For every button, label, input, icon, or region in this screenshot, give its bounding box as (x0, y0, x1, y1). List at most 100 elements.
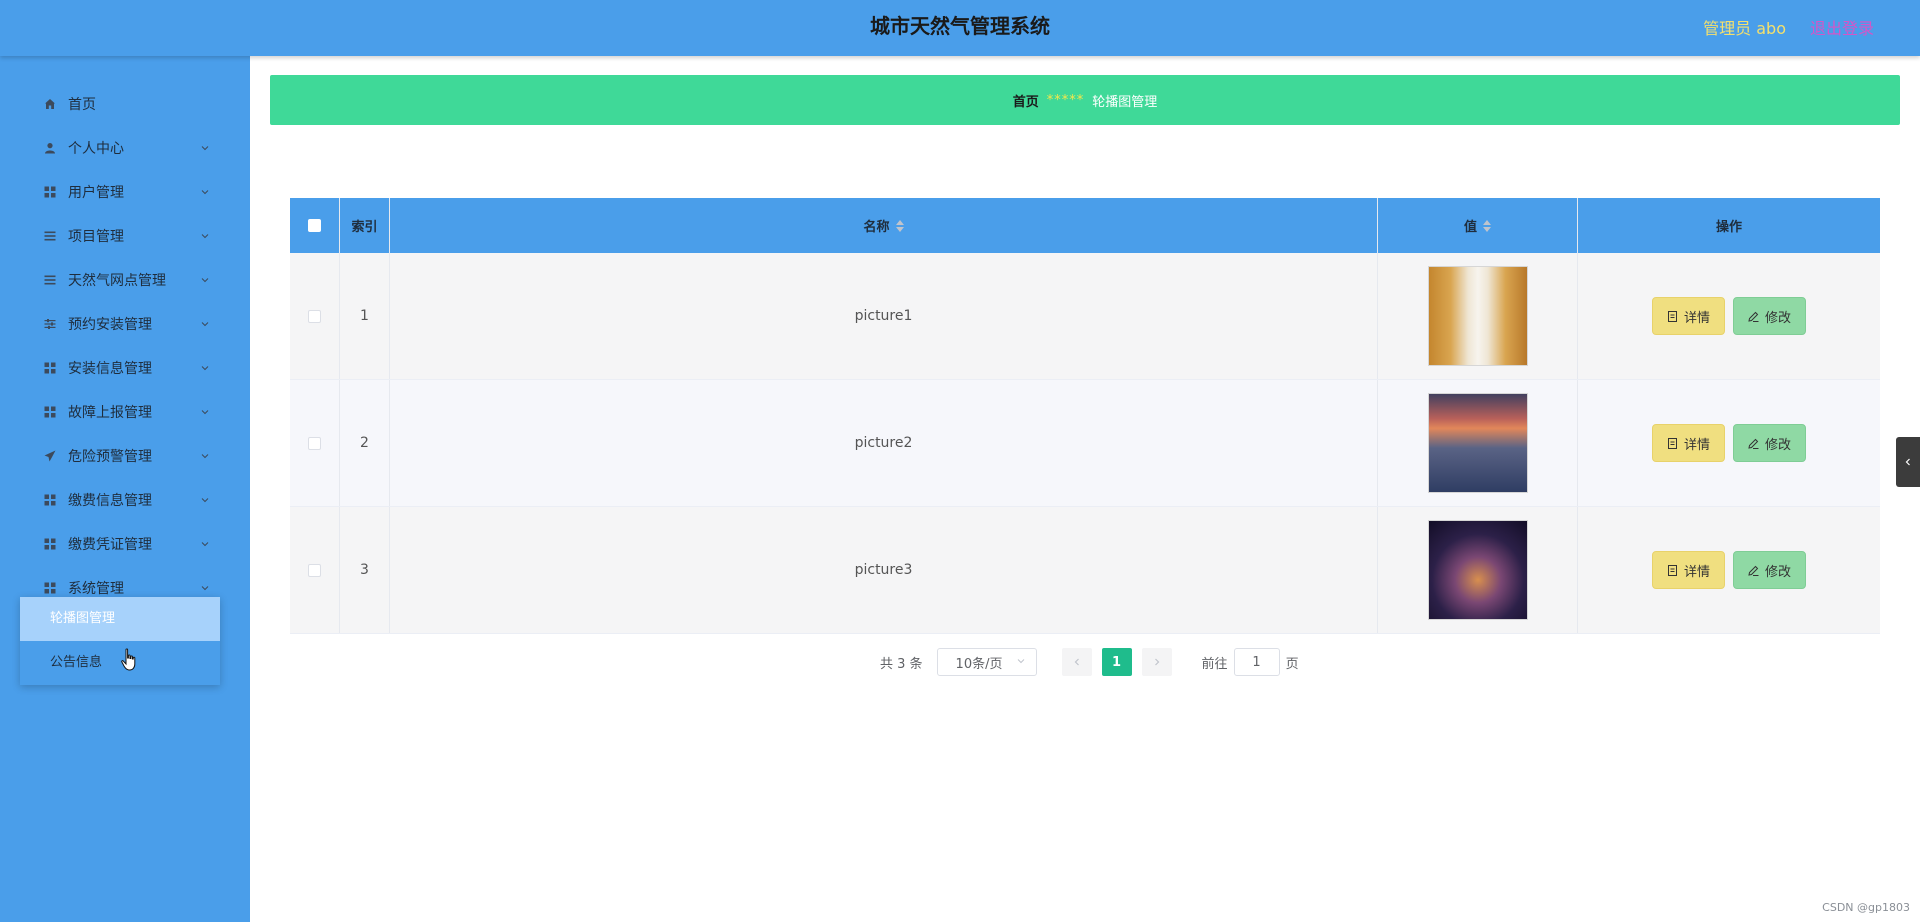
sidebar-item-install-booking[interactable]: 预约安装管理 (44, 312, 210, 336)
grid-icon (44, 186, 56, 198)
row-index: 1 (340, 253, 390, 379)
chevron-down-icon (200, 143, 210, 153)
header-name[interactable]: 名称 (390, 198, 1378, 253)
sidebar-item-personal[interactable]: 个人中心 (44, 136, 210, 160)
breadcrumb: 首页 ***** 轮播图管理 (270, 75, 1900, 125)
detail-button[interactable]: 详情 (1651, 424, 1725, 462)
pencil-icon (1748, 311, 1759, 322)
row-checkbox[interactable] (308, 563, 321, 577)
chevron-down-icon (200, 407, 210, 417)
detail-button[interactable]: 详情 (1651, 297, 1725, 335)
row-checkbox[interactable] (308, 309, 321, 323)
row-ops: 详情 修改 (1578, 253, 1880, 379)
pencil-icon (1748, 565, 1759, 576)
collapse-panel-button[interactable] (1896, 437, 1920, 487)
edit-label: 修改 (1765, 310, 1792, 326)
sidebar-item-fault-report[interactable]: 故障上报管理 (44, 400, 210, 424)
row-index: 3 (340, 507, 390, 633)
sidebar-item-install-info[interactable]: 安装信息管理 (44, 356, 210, 380)
sidebar-item-home[interactable]: 首页 (44, 92, 210, 116)
top-header: 城市天然气管理系统 管理员 abo 退出登录 (0, 0, 1920, 56)
sidebar-item-gas-outlets[interactable]: 天然气网点管理 (44, 268, 210, 292)
table-row: 2 picture2 详情 修改 (290, 380, 1880, 507)
sidebar-item-projects[interactable]: 项目管理 (44, 224, 210, 248)
header-value[interactable]: 值 (1378, 198, 1578, 253)
table-row: 3 picture3 详情 修改 (290, 507, 1880, 634)
hand-cursor-icon (120, 648, 138, 672)
sidebar-item-payment-info[interactable]: 缴费信息管理 (44, 488, 210, 512)
sidebar-item-label: 安装信息管理 (68, 361, 152, 377)
edit-label: 修改 (1765, 437, 1792, 453)
table-row: 1 picture1 详情 修改 (290, 253, 1880, 380)
edit-button[interactable]: 修改 (1733, 424, 1807, 462)
chevron-down-icon (200, 319, 210, 329)
breadcrumb-current: 轮播图管理 (1092, 94, 1158, 110)
pagination-total: 共 3 条 (880, 656, 923, 672)
sidebar: 首页 个人中心 用户管理 项目管理 天然气网点管理 预约安装管理 安装信息管理 … (0, 56, 250, 922)
row-checkbox[interactable] (308, 436, 321, 450)
sidebar-item-label: 个人中心 (68, 141, 124, 157)
edit-button[interactable]: 修改 (1733, 297, 1807, 335)
sidebar-item-label: 项目管理 (68, 229, 124, 245)
detail-button[interactable]: 详情 (1651, 551, 1725, 589)
row-select-cell (290, 507, 340, 633)
page-size-select[interactable]: 10条/页 (936, 648, 1037, 676)
sidebar-item-label: 天然气网点管理 (68, 273, 166, 289)
sidebar-item-users[interactable]: 用户管理 (44, 180, 210, 204)
chevron-left-icon (1905, 458, 1910, 466)
chevron-down-icon (200, 495, 210, 505)
header-select-all[interactable] (290, 198, 340, 253)
chevron-down-icon (1016, 655, 1026, 670)
row-value (1378, 507, 1578, 633)
library-interior-image[interactable] (1427, 266, 1528, 366)
watermark: CSDN @gp1803 (1822, 901, 1910, 914)
pagination: 共 3 条 10条/页 1 前往 1 页 (880, 648, 1299, 676)
sidebar-item-label: 缴费信息管理 (68, 493, 152, 509)
chevron-down-icon (200, 231, 210, 241)
goto-page-input[interactable]: 1 (1233, 648, 1280, 676)
logout-link[interactable]: 退出登录 (1810, 15, 1874, 39)
sidebar-item-label: 故障上报管理 (68, 405, 152, 421)
row-name: picture3 (390, 507, 1378, 633)
next-page-button[interactable] (1141, 648, 1172, 676)
grid-icon (44, 494, 56, 506)
goto-prefix: 前往 (1201, 656, 1228, 672)
sort-icon[interactable] (1483, 219, 1491, 232)
checkbox[interactable] (308, 219, 321, 232)
document-icon (1667, 437, 1678, 449)
row-name: picture2 (390, 380, 1378, 506)
table-header: 索引 名称 值 操作 (290, 198, 1880, 253)
edit-button[interactable]: 修改 (1733, 551, 1807, 589)
row-value (1378, 380, 1578, 506)
chevron-down-icon (200, 363, 210, 373)
carousel-table: 索引 名称 值 操作 1 picture1 详情 修改 2 picture2 详… (290, 198, 1880, 634)
sort-icon[interactable] (895, 219, 904, 232)
breadcrumb-home[interactable]: 首页 (1013, 91, 1039, 110)
sidebar-item-label: 系统管理 (68, 581, 124, 597)
list-icon (44, 230, 56, 242)
grid-icon (44, 406, 56, 418)
sidebar-item-label: 首页 (68, 97, 96, 113)
header-ops: 操作 (1715, 220, 1742, 235)
header-index: 索引 (340, 198, 390, 253)
coastal-city-sunset-image[interactable] (1427, 393, 1528, 493)
submenu-item-carousel[interactable]: 轮播图管理 (20, 597, 220, 641)
sidebar-item-danger-warning[interactable]: 危险预警管理 (44, 444, 210, 468)
chevron-down-icon (200, 451, 210, 461)
header-value-label: 值 (1463, 220, 1477, 235)
detail-label: 详情 (1683, 310, 1710, 326)
sidebar-item-payment-receipt[interactable]: 缴费凭证管理 (44, 532, 210, 556)
home-icon (44, 98, 56, 110)
night-city-skyline-image[interactable] (1427, 520, 1528, 620)
grid-icon (44, 538, 56, 550)
sidebar-item-label: 缴费凭证管理 (68, 537, 152, 553)
chevron-down-icon (200, 187, 210, 197)
detail-label: 详情 (1683, 564, 1710, 580)
row-value (1378, 253, 1578, 379)
prev-page-button[interactable] (1061, 648, 1092, 676)
page-size-value: 10条/页 (955, 656, 1003, 672)
page-number-1[interactable]: 1 (1101, 648, 1132, 676)
chevron-left-icon (1074, 658, 1079, 666)
pencil-icon (1748, 438, 1759, 449)
document-icon (1667, 564, 1678, 576)
